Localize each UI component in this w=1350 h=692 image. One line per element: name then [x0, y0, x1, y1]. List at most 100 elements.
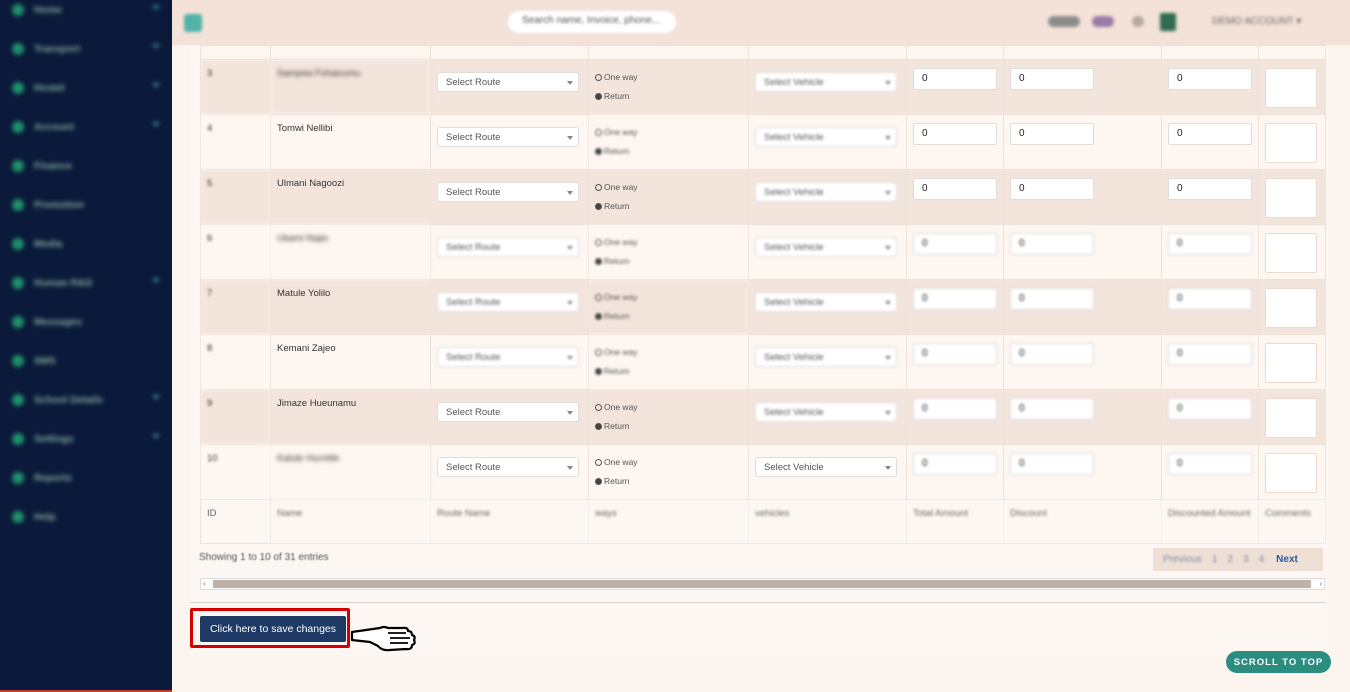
discount-input[interactable]: 0 — [1010, 343, 1094, 365]
route-select[interactable]: Select Route — [437, 347, 579, 367]
trip-radio-one-way[interactable]: One way — [595, 453, 742, 472]
discounted-amount-input[interactable]: 0 — [1168, 233, 1252, 255]
route-select[interactable]: Select Route — [437, 182, 579, 202]
sidebar-item[interactable]: Settings — [0, 429, 172, 449]
trip-radio-return[interactable]: Return — [595, 417, 742, 436]
sidebar-item[interactable]: Account — [0, 117, 172, 137]
discounted-amount-input[interactable]: 0 — [1168, 398, 1252, 420]
comment-input[interactable] — [1265, 233, 1317, 273]
route-select[interactable]: Select Route — [437, 237, 579, 257]
trip-radio-one-way[interactable]: One way — [595, 288, 742, 307]
scroll-left-icon[interactable]: ‹ — [203, 579, 206, 588]
trip-radio-one-way[interactable]: One way — [595, 178, 742, 197]
trip-radio-return[interactable]: Return — [595, 87, 742, 106]
next-page-button[interactable]: Next — [1276, 554, 1298, 565]
vehicle-select[interactable]: Select Vehicle — [755, 127, 897, 147]
scroll-right-icon[interactable]: › — [1319, 579, 1322, 588]
trip-radio-return[interactable]: Return — [595, 307, 742, 326]
route-select[interactable]: Select Route — [437, 292, 579, 312]
sidebar-item[interactable]: Human R&D — [0, 273, 172, 293]
sidebar-item[interactable]: Hostel — [0, 78, 172, 98]
menu-toggle-icon[interactable] — [184, 14, 202, 32]
discounted-amount-input[interactable]: 0 — [1168, 178, 1252, 200]
mail-icon[interactable] — [1132, 16, 1144, 27]
sidebar-item[interactable]: Home — [0, 0, 172, 20]
route-select[interactable]: Select Route — [437, 127, 579, 147]
sidebar-item[interactable]: Help — [0, 507, 172, 527]
total-amount-input[interactable]: 0 — [913, 398, 997, 420]
trip-radio-return[interactable]: Return — [595, 252, 742, 271]
discounted-amount-input[interactable]: 0 — [1168, 123, 1252, 145]
sidebar-item[interactable]: SMS — [0, 351, 172, 371]
scroll-to-top-button[interactable]: SCROLL TO TOP — [1226, 651, 1331, 673]
trip-radio-one-way[interactable]: One way — [595, 398, 742, 417]
save-changes-button[interactable]: Click here to save changes — [200, 616, 346, 642]
discount-input[interactable]: 0 — [1010, 288, 1094, 310]
trip-radio-one-way[interactable]: One way — [595, 233, 742, 252]
discount-input[interactable]: 0 — [1010, 123, 1094, 145]
total-amount-input[interactable]: 0 — [913, 68, 997, 90]
discount-input[interactable]: 0 — [1010, 398, 1094, 420]
total-amount-input[interactable]: 0 — [913, 233, 997, 255]
notification-icon[interactable] — [1048, 16, 1080, 27]
vehicle-select[interactable]: Select Vehicle — [755, 402, 897, 422]
sidebar-item[interactable]: Messages — [0, 312, 172, 332]
flag-icon[interactable] — [1092, 16, 1114, 27]
scrollbar-thumb[interactable] — [213, 580, 1311, 588]
avatar[interactable] — [1160, 13, 1176, 31]
route-select[interactable]: Select Route — [437, 457, 579, 477]
discount-input[interactable]: 0 — [1010, 233, 1094, 255]
table-row: 7 Matule Yolilo Select Route One way Return S… — [200, 279, 1326, 335]
vehicle-select[interactable]: Select Vehicle — [755, 457, 897, 477]
previous-page-button[interactable]: Previous — [1163, 554, 1202, 565]
trip-radio-one-way[interactable]: One way — [595, 68, 742, 87]
vehicle-select[interactable]: Select Vehicle — [755, 182, 897, 202]
sidebar-item[interactable]: School Details — [0, 390, 172, 410]
discounted-amount-input[interactable]: 0 — [1168, 288, 1252, 310]
total-amount-input[interactable]: 0 — [913, 288, 997, 310]
discounted-amount-input[interactable]: 0 — [1168, 343, 1252, 365]
trip-radio-return[interactable]: Return — [595, 472, 742, 491]
vehicle-select[interactable]: Select Vehicle — [755, 347, 897, 367]
discount-input[interactable]: 0 — [1010, 68, 1094, 90]
comment-input[interactable] — [1265, 178, 1317, 218]
sidebar-item[interactable]: Promotion — [0, 195, 172, 215]
vehicle-select[interactable]: Select Vehicle — [755, 292, 897, 312]
trip-radio-one-way[interactable]: One way — [595, 343, 742, 362]
page-button-1[interactable]: 1 — [1212, 554, 1218, 565]
page-button-2[interactable]: 2 — [1227, 554, 1233, 565]
discount-input[interactable]: 0 — [1010, 453, 1094, 475]
comment-input[interactable] — [1265, 68, 1317, 108]
total-amount-input[interactable]: 0 — [913, 453, 997, 475]
sidebar-item[interactable]: Finance — [0, 156, 172, 176]
trip-radio-return[interactable]: Return — [595, 197, 742, 216]
vehicle-select[interactable]: Select Vehicle — [755, 237, 897, 257]
total-amount-input[interactable]: 0 — [913, 123, 997, 145]
route-select[interactable]: Select Route — [437, 402, 579, 422]
trip-radio-one-way[interactable]: One way — [595, 123, 742, 142]
trip-radio-return[interactable]: Return — [595, 362, 742, 381]
route-select[interactable]: Select Route — [437, 72, 579, 92]
search-input[interactable]: Search name, Invoice, phone... — [508, 11, 676, 33]
radio-label: One way — [604, 182, 638, 192]
comment-input[interactable] — [1265, 123, 1317, 163]
discount-input[interactable]: 0 — [1010, 178, 1094, 200]
sidebar-item[interactable]: Reports — [0, 468, 172, 488]
comment-input[interactable] — [1265, 343, 1317, 383]
trip-radio-return[interactable]: Return — [595, 142, 742, 161]
sidebar-item-icon — [12, 316, 24, 328]
sidebar-item[interactable]: Media — [0, 234, 172, 254]
page-button-3[interactable]: 3 — [1243, 554, 1249, 565]
comment-input[interactable] — [1265, 288, 1317, 328]
sidebar-item[interactable]: Transport — [0, 39, 172, 59]
comment-input[interactable] — [1265, 453, 1317, 493]
comment-input[interactable] — [1265, 398, 1317, 438]
total-amount-input[interactable]: 0 — [913, 343, 997, 365]
discounted-amount-input[interactable]: 0 — [1168, 68, 1252, 90]
horizontal-scrollbar[interactable]: ‹ › — [200, 578, 1325, 590]
vehicle-select[interactable]: Select Vehicle — [755, 72, 897, 92]
discounted-amount-input[interactable]: 0 — [1168, 453, 1252, 475]
page-button-4[interactable]: 4 — [1259, 554, 1265, 565]
account-menu[interactable]: DEMO ACCOUNT ▾ — [1212, 16, 1301, 27]
total-amount-input[interactable]: 0 — [913, 178, 997, 200]
